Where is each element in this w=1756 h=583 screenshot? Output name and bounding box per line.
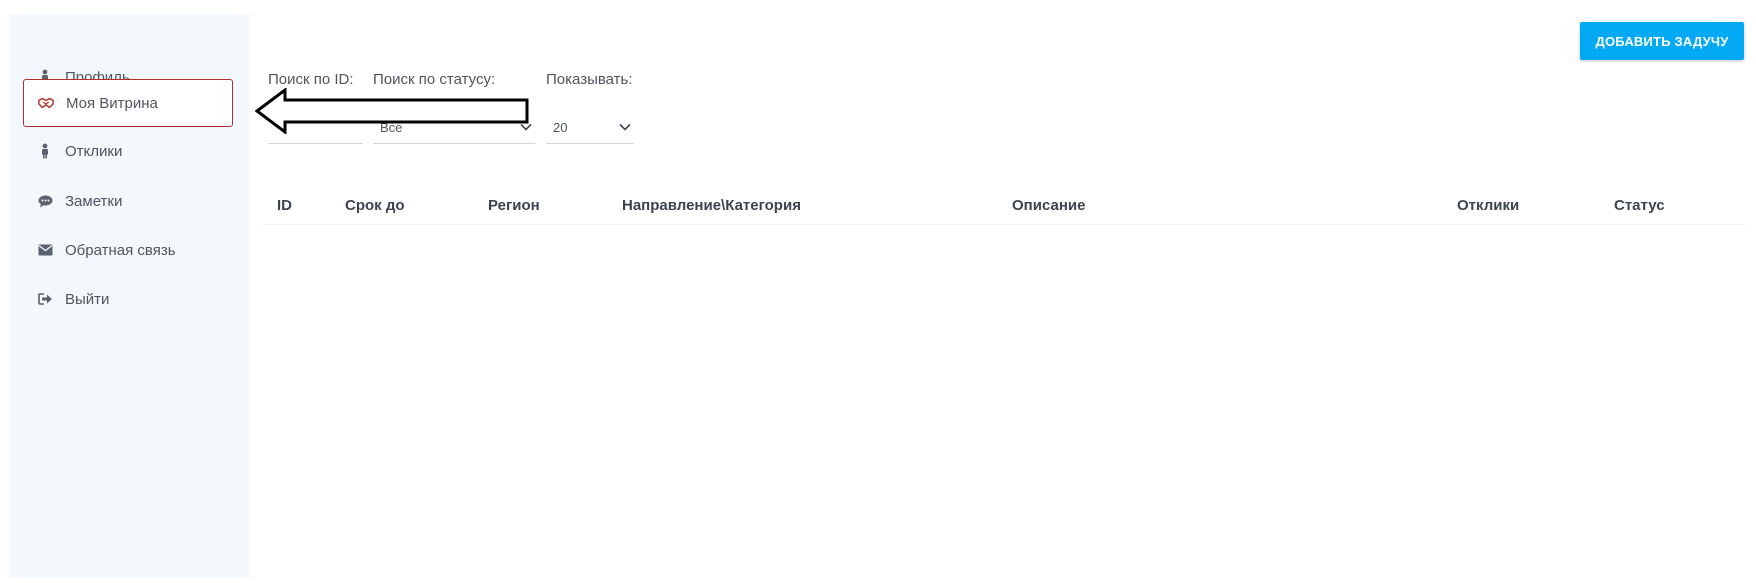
sidebar-item-feedback[interactable]: Обратная связь [23,226,233,274]
sidebar-item-notes[interactable]: Заметки [23,177,233,225]
comment-icon [37,193,53,209]
envelope-icon [37,242,53,258]
column-header-id[interactable]: ID [277,197,292,214]
add-task-button[interactable]: ДОБАВИТЬ ЗАДУЧУ [1580,22,1744,60]
handshake-icon [38,95,54,111]
column-header-responses[interactable]: Отклики [1457,197,1519,214]
person-icon [37,143,53,159]
sidebar-item-label: Заметки [65,192,123,210]
column-header-deadline[interactable]: Срок до [345,197,405,214]
column-header-category[interactable]: Направление\Категория [622,197,801,214]
show-count-label: Показывать: [546,71,633,88]
page-size-select[interactable]: 20 [546,112,634,144]
search-status-label: Поиск по статусу: [373,71,496,88]
column-header-region[interactable]: Регион [488,197,540,214]
sidebar-item-label: Отклики [65,142,123,160]
sidebar-item-responses[interactable]: Отклики [23,127,233,175]
column-header-status[interactable]: Статус [1614,197,1665,214]
search-id-label: Поиск по ID: [268,71,354,88]
sign-out-icon [37,291,53,307]
sidebar-item-logout[interactable]: Выйти [23,275,233,323]
column-header-description[interactable]: Описание [1012,197,1085,214]
sidebar-item-label: Выйти [65,290,110,308]
sidebar-item-my-showcase[interactable]: Моя Витрина [23,79,233,127]
page-size-value: 20 [553,120,568,135]
annotation-arrow-icon [255,88,529,134]
sidebar-item-label: Обратная связь [65,241,176,259]
chevron-down-icon [618,120,632,134]
sidebar: Профиль Моя Витрина Отклики Заметки Обра… [9,14,249,578]
sidebar-item-label: Моя Витрина [66,94,158,112]
table-header-divider [263,224,1745,225]
